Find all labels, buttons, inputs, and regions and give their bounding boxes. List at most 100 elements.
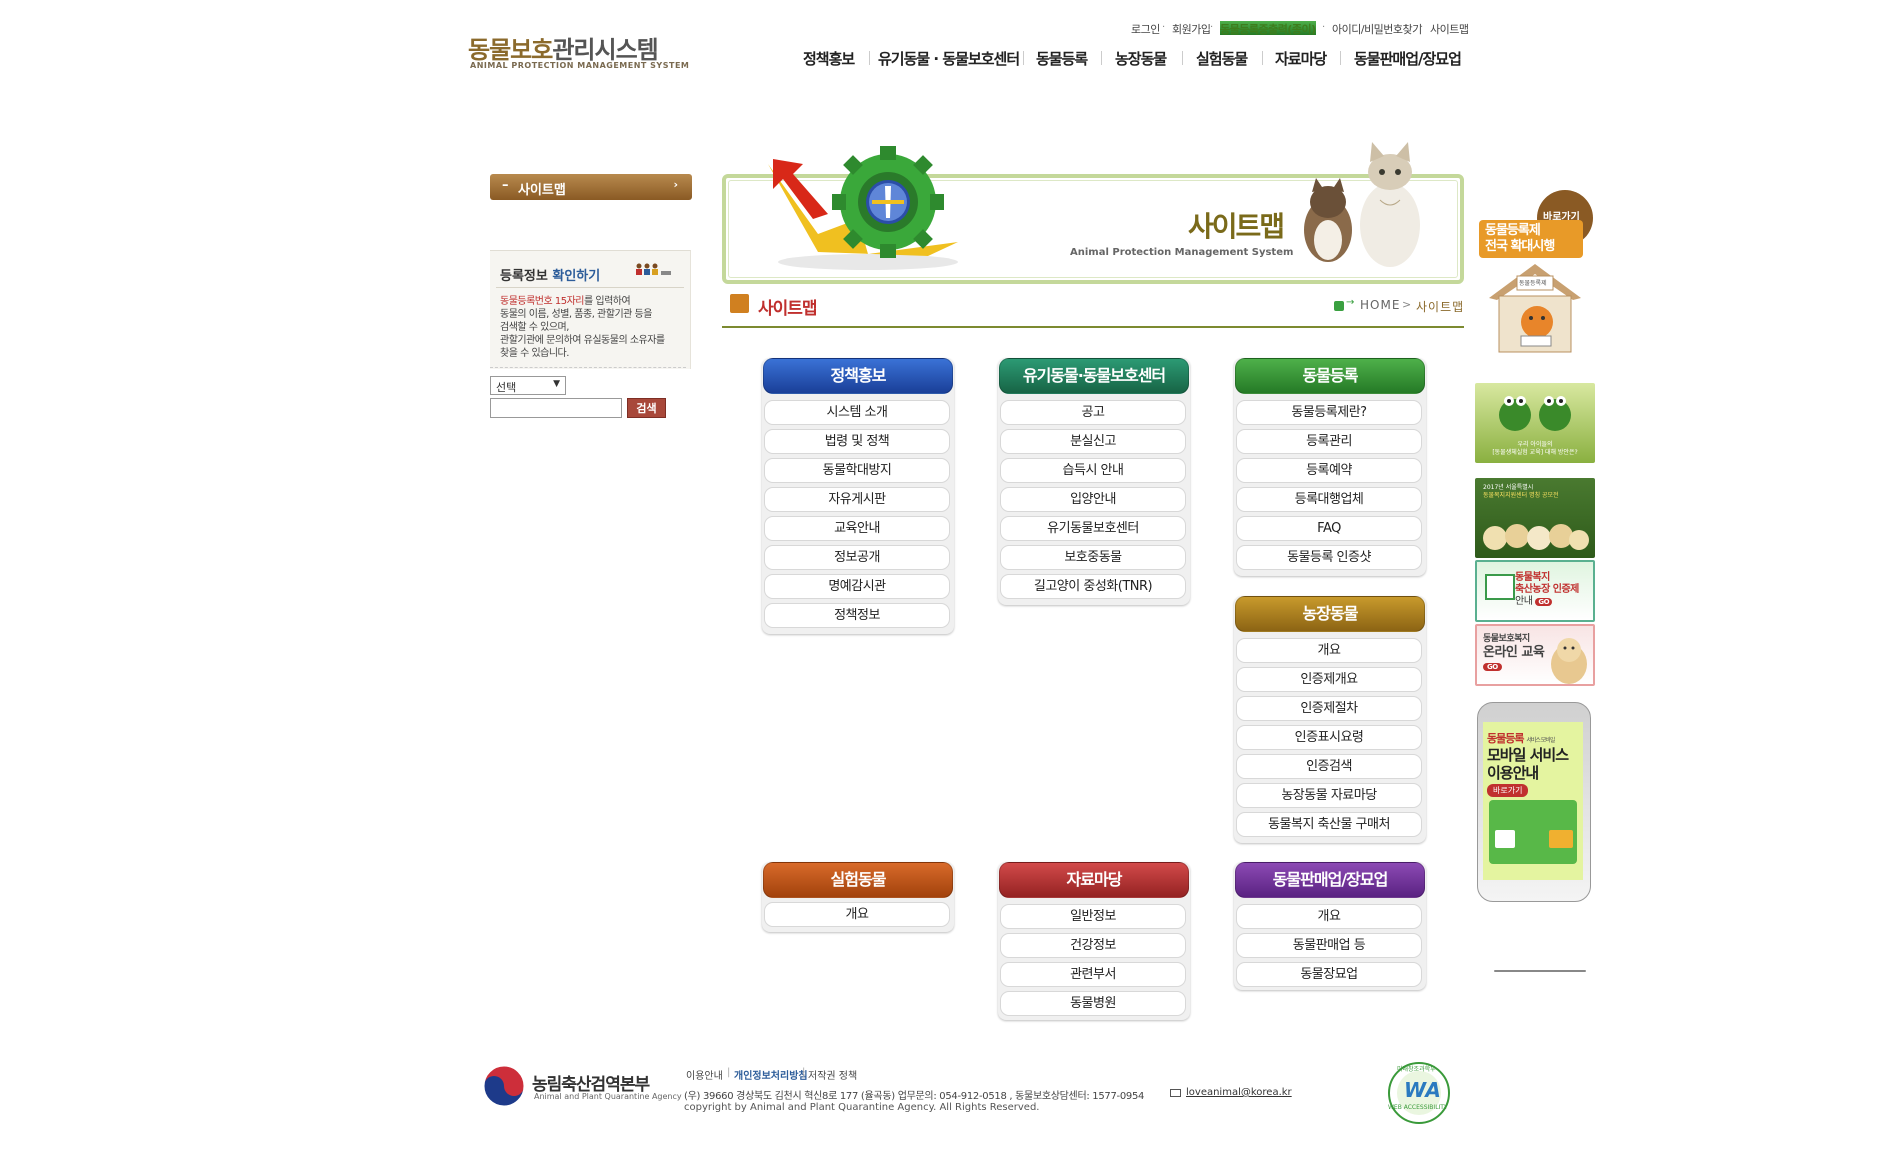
- sitemap-link[interactable]: 동물장묘업: [1236, 962, 1422, 987]
- gnb-sales[interactable]: 동물판매업/장묘업: [1354, 48, 1462, 69]
- search-type-select[interactable]: 선택 ▼: [490, 376, 566, 395]
- wa-mark: WA: [1404, 1078, 1441, 1102]
- sitemap-heading-sales[interactable]: 동물판매업/장묘업: [1235, 862, 1425, 898]
- mail-icon: [1170, 1089, 1181, 1097]
- sitemap-link[interactable]: 습득시 안내: [1000, 458, 1186, 483]
- sitemap-link[interactable]: 공고: [1000, 400, 1186, 425]
- caret-down-icon: ▼: [553, 379, 560, 389]
- sitemap-heading-abandoned[interactable]: 유기동물·동물보호센터: [999, 358, 1189, 394]
- banner-education[interactable]: 우리 아이들의 [동물생체실험 교육] 대해 방안은?: [1475, 383, 1595, 463]
- banner-online-education[interactable]: 동물보호복지 온라인 교육 GO: [1475, 624, 1595, 686]
- banner-text: 동물보호복지 온라인 교육 GO: [1483, 634, 1545, 671]
- scroll-indicator: [1494, 970, 1586, 972]
- sitemap-link[interactable]: 길고양이 중성화(TNR): [1000, 574, 1186, 599]
- sitemap-link[interactable]: 건강정보: [1000, 933, 1186, 958]
- sitemap-link[interactable]: 인증검색: [1236, 754, 1422, 779]
- sitemap-heading-experiment[interactable]: 실험동물: [763, 862, 953, 898]
- search-button[interactable]: 검색: [627, 398, 666, 418]
- sitemap-link[interactable]: 동물판매업 등: [1236, 933, 1422, 958]
- gnb-experiment[interactable]: 실험동물: [1196, 48, 1248, 69]
- gnb-farm[interactable]: 농장동물: [1115, 48, 1167, 69]
- sitemap-link[interactable]: 유기동물보호센터: [1000, 516, 1186, 541]
- sitemap-link[interactable]: 정보공개: [764, 545, 950, 570]
- site-logo[interactable]: 동물보호관리시스템: [468, 30, 659, 65]
- sitemap-link[interactable]: 동물등록 인증샷: [1236, 545, 1422, 570]
- sitemap-link[interactable]: 보호중동물: [1000, 545, 1186, 570]
- sitemap-link[interactable]: 시스템 소개: [764, 400, 950, 425]
- find-account-link[interactable]: 아이디/비밀번호찾기: [1332, 21, 1422, 36]
- banner-registration-nationwide[interactable]: 바로가기 동물등록제 전국 확대시행 동물등록제: [1475, 190, 1595, 355]
- sitemap-heading-policy[interactable]: 정책홍보: [763, 358, 953, 394]
- sitemap-link[interactable]: 동물학대방지: [764, 458, 950, 483]
- sitemap-link[interactable]: 인증표시요령: [1236, 725, 1422, 750]
- sitemap-link[interactable]: 관련부서: [1000, 962, 1186, 987]
- lnb-sitemap[interactable]: – 사이트맵 ›: [490, 174, 692, 200]
- footer-terms-link[interactable]: 이용안내: [686, 1067, 723, 1082]
- sitemap-link[interactable]: 정책정보: [764, 603, 950, 628]
- banner-text: 모바일 서비스 이용안내: [1487, 746, 1569, 782]
- join-link[interactable]: 회원가입: [1172, 21, 1211, 36]
- sitemap-link[interactable]: 개요: [764, 902, 950, 927]
- sitemap-link[interactable]: 일반정보: [1000, 904, 1186, 929]
- divider: [496, 287, 684, 288]
- sitemap-link[interactable]: 인증제절차: [1236, 696, 1422, 721]
- sitemap-link[interactable]: 동물등록제란?: [1236, 400, 1422, 425]
- sitemap-link[interactable]: 사이트맵: [1430, 21, 1469, 36]
- sitemap-link[interactable]: 인증제개요: [1236, 667, 1422, 692]
- sitemap-link[interactable]: 등록대행업체: [1236, 487, 1422, 512]
- util-separator: ·: [1210, 22, 1214, 33]
- sitemap-link[interactable]: 교육안내: [764, 516, 950, 541]
- gnb-abandoned[interactable]: 유기동물 · 동물보호센터: [878, 48, 1020, 69]
- sitemap-link[interactable]: 분실신고: [1000, 429, 1186, 454]
- dog-image: [1551, 638, 1587, 684]
- footer-email[interactable]: loveanimal@korea.kr: [1186, 1087, 1292, 1098]
- sitemap-link[interactable]: 입양안내: [1000, 487, 1186, 512]
- arrow-right-icon: →: [1346, 297, 1355, 308]
- gnb-policy[interactable]: 정책홍보: [803, 48, 855, 69]
- footer-copyright: copyright by Animal and Plant Quarantine…: [684, 1102, 1040, 1113]
- sitemap-link[interactable]: 등록예약: [1236, 458, 1422, 483]
- banner-welfare-farm[interactable]: 동물복지 축산농장 인증제 안내 GO: [1475, 560, 1595, 622]
- banner-sign: 동물등록제: [1519, 280, 1547, 287]
- sitemap-icon: [730, 294, 749, 313]
- sitemap-link[interactable]: 동물복지 축산물 구매처: [1236, 812, 1422, 837]
- logo-text-a: 동물보호: [468, 36, 553, 64]
- compass-gear-icon: [768, 146, 958, 270]
- banner-text: 동물등록 서비스 모바일: [1487, 732, 1555, 745]
- sitemap-link[interactable]: FAQ: [1236, 516, 1422, 541]
- sitemap-link[interactable]: 등록관리: [1236, 429, 1422, 454]
- sitemap-heading-registration[interactable]: 동물등록: [1235, 358, 1425, 394]
- sitemap-heading-resources[interactable]: 자료마당: [999, 862, 1189, 898]
- footer-separator: |: [727, 1067, 731, 1078]
- sitemap-link[interactable]: 자유게시판: [764, 487, 950, 512]
- footer-copyright-link[interactable]: 저작권 정책: [808, 1067, 857, 1082]
- reg-cert-link[interactable]: 동물등록증출력(종이): [1220, 21, 1316, 36]
- footer-org-en: Animal and Plant Quarantine Agency: [534, 1092, 682, 1101]
- chevron-right-icon: >: [1402, 298, 1412, 311]
- banner-text: 동물복지 축산농장 인증제 안내 GO: [1515, 572, 1579, 607]
- footer-privacy-link[interactable]: 개인정보처리방침: [734, 1067, 808, 1082]
- banner-subtitle: Animal Protection Management System: [1070, 247, 1294, 258]
- phone-icon: [1495, 830, 1515, 848]
- sitemap-link[interactable]: 명예감시관: [764, 574, 950, 599]
- certificate-icon: [1485, 574, 1515, 600]
- banner-text: 동물등록제 전국 확대시행: [1485, 223, 1555, 254]
- sitemap-link[interactable]: 개요: [1236, 638, 1422, 663]
- sitemap-link[interactable]: 법령 및 정책: [764, 429, 950, 454]
- footer-address: (우) 39660 경상북도 김천시 혁신8로 177 (율곡동) 업무문의: …: [684, 1091, 1145, 1102]
- login-link[interactable]: 로그인: [1131, 21, 1160, 36]
- gnb-separator: [1101, 51, 1102, 65]
- puppies-image: [1483, 524, 1589, 550]
- footer-separator: |: [802, 1067, 806, 1078]
- registration-number-input[interactable]: [490, 398, 622, 418]
- gnb-resources[interactable]: 자료마당: [1275, 48, 1327, 69]
- breadcrumb-home[interactable]: HOME: [1360, 298, 1400, 312]
- sitemap-link[interactable]: 개요: [1236, 904, 1422, 929]
- sitemap-link[interactable]: 농장동물 자료마당: [1236, 783, 1422, 808]
- banner-mobile-service[interactable]: 동물등록 서비스 모바일 모바일 서비스 이용안내 바로가기: [1475, 702, 1595, 902]
- sitemap-link[interactable]: 동물병원: [1000, 991, 1186, 1016]
- gnb-registration[interactable]: 동물등록: [1036, 48, 1088, 69]
- util-separator: ·: [1322, 22, 1326, 33]
- banner-contest[interactable]: 2017년 서울특별시 동물복지지원센터 명칭 공모전: [1475, 478, 1595, 558]
- sitemap-heading-farm[interactable]: 농장동물: [1235, 596, 1425, 632]
